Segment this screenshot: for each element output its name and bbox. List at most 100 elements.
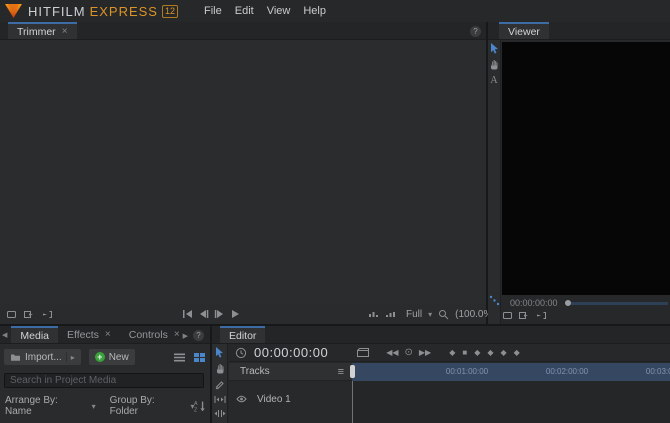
motion-path-icon[interactable]: [489, 295, 500, 306]
hitfilm-window: HITFILM EXPRESS 12 File Edit View Help T…: [0, 0, 670, 423]
tab-effects-label: Effects: [67, 329, 99, 341]
skip-to-start-icon[interactable]: [182, 309, 193, 319]
waveform-icon[interactable]: [368, 309, 379, 319]
viewer-tab-bar: Viewer: [488, 22, 670, 40]
media-toolbar: Import... ▸ + New: [4, 349, 206, 365]
out-point-icon[interactable]: ◆: [474, 348, 480, 357]
close-icon[interactable]: ×: [62, 26, 68, 37]
previous-frame-icon[interactable]: [198, 309, 209, 319]
prev-keyframe-icon[interactable]: ◆: [487, 348, 493, 357]
list-view-icon[interactable]: [173, 352, 186, 363]
playhead-handle[interactable]: [350, 365, 355, 378]
export-frame-icon[interactable]: [23, 309, 35, 320]
slice-tool-icon[interactable]: [214, 379, 225, 390]
viewer-canvas[interactable]: [502, 42, 670, 295]
tab-trimmer[interactable]: Trimmer ×: [8, 22, 77, 39]
levels-icon[interactable]: [385, 309, 396, 319]
viewer-panel: Viewer A 00:00:00:00: [488, 22, 670, 324]
zoom-magnifier-icon: [438, 309, 449, 320]
select-tool-icon[interactable]: [215, 347, 224, 358]
help-icon[interactable]: ?: [193, 330, 204, 341]
loop-playback-icon[interactable]: [6, 309, 17, 320]
menu-bar: File Edit View Help: [204, 5, 326, 17]
viewer-seek-bar[interactable]: [566, 302, 668, 305]
trimmer-panel: Trimmer × ?: [0, 22, 486, 324]
tab-media[interactable]: Media: [11, 326, 58, 343]
trimmer-controls-bar: Full ▾ (100.0%) ▾: [0, 304, 486, 324]
rewind-icon[interactable]: ◀◀: [386, 348, 398, 357]
version-badge: 12: [162, 5, 178, 18]
fit-mode-select[interactable]: Full: [406, 309, 422, 320]
close-icon[interactable]: ×: [174, 329, 180, 340]
viewer-playhead-handle[interactable]: [565, 300, 571, 306]
new-button[interactable]: + New: [89, 349, 135, 365]
text-tool-icon[interactable]: A: [490, 75, 497, 86]
record-icon[interactable]: ⊙: [405, 347, 413, 358]
tab-scroll-right-icon[interactable]: ▶: [183, 332, 188, 340]
arrange-by-value: Arrange By: Name: [5, 395, 84, 417]
tab-scroll-left-icon[interactable]: ◀: [2, 331, 7, 339]
slate-icon[interactable]: [356, 347, 370, 358]
menu-view[interactable]: View: [267, 5, 291, 17]
menu-file[interactable]: File: [204, 5, 222, 17]
slide-tool-icon[interactable]: [214, 409, 226, 418]
editor-timecode[interactable]: 00:00:00:00: [254, 345, 328, 360]
tab-viewer[interactable]: Viewer: [499, 22, 549, 39]
trimmer-tab-bar: Trimmer × ?: [0, 22, 486, 40]
tab-controls[interactable]: Controls ×: [120, 326, 189, 343]
tracks-header-label: Tracks: [240, 366, 270, 377]
search-input[interactable]: [4, 373, 204, 388]
plus-icon: +: [95, 352, 105, 362]
grid-view-icon[interactable]: [193, 352, 206, 363]
play-icon[interactable]: [230, 309, 240, 319]
sort-options-row: Arrange By: Name ▾ Group By: Folder ▾ A …: [5, 395, 206, 417]
svg-text:Z: Z: [194, 407, 198, 412]
viewer-bottom-icons: [502, 309, 547, 322]
help-icon[interactable]: ?: [470, 26, 481, 37]
track-row-video1[interactable]: Video 1: [229, 390, 352, 408]
tab-editor[interactable]: Editor: [220, 326, 265, 343]
tab-controls-label: Controls: [129, 329, 168, 341]
eye-visibility-icon[interactable]: [236, 395, 247, 403]
add-keyframe-icon[interactable]: ◆: [501, 348, 507, 357]
next-keyframe-icon[interactable]: ◆: [514, 348, 520, 357]
tab-trimmer-label: Trimmer: [17, 26, 56, 38]
submenu-arrow-icon[interactable]: ▸: [71, 353, 75, 362]
slip-tool-icon[interactable]: [214, 395, 226, 404]
sort-direction-icon[interactable]: A Z: [194, 400, 206, 412]
ruler-mark: 00:02:00:00: [546, 367, 588, 376]
hand-tool-icon[interactable]: [489, 59, 499, 70]
import-button[interactable]: Import... ▸: [4, 349, 81, 365]
timeline-ruler[interactable]: 00:01:00:00 00:02:00:00 00:03:00:00: [352, 363, 670, 381]
tracks-list: Video 1: [229, 382, 352, 423]
viewer-timecode[interactable]: 00:00:00:00: [510, 298, 558, 308]
tab-editor-label: Editor: [229, 330, 256, 342]
menu-edit[interactable]: Edit: [235, 5, 254, 17]
timeline-track-area[interactable]: [352, 381, 670, 423]
group-by-dropdown[interactable]: Group By: Folder ▾: [110, 395, 195, 417]
brand-name: HITFILM: [28, 4, 86, 19]
tab-effects[interactable]: Effects ×: [58, 326, 120, 343]
next-frame-icon[interactable]: [214, 309, 225, 319]
tab-viewer-label: Viewer: [508, 26, 540, 38]
export-frame-icon[interactable]: [518, 310, 530, 321]
send-to-editor-icon[interactable]: [41, 309, 53, 320]
hand-tool-icon[interactable]: [215, 363, 225, 374]
media-panel: ◀ Media Effects × Controls × ▶ ? Import.…: [0, 326, 210, 423]
clock-icon: [235, 347, 247, 359]
arrange-by-dropdown[interactable]: Arrange By: Name ▾: [5, 395, 96, 417]
track-name: Video 1: [257, 394, 291, 405]
close-icon[interactable]: ×: [105, 329, 111, 340]
tracks-menu-icon[interactable]: ≡: [338, 366, 344, 378]
viewer-seek-row: 00:00:00:00: [502, 296, 670, 310]
marker-icon[interactable]: ■: [462, 348, 467, 357]
tab-media-label: Media: [20, 330, 49, 342]
fast-forward-icon[interactable]: ▶▶: [419, 348, 431, 357]
in-point-icon[interactable]: ◆: [449, 348, 455, 357]
chevron-down-icon[interactable]: ▾: [428, 310, 432, 319]
send-to-timeline-icon[interactable]: [535, 310, 547, 321]
menu-help[interactable]: Help: [303, 5, 326, 17]
select-tool-icon[interactable]: [490, 43, 499, 54]
loop-playback-icon[interactable]: [502, 310, 513, 321]
app-logo: HITFILM EXPRESS 12: [5, 4, 178, 19]
